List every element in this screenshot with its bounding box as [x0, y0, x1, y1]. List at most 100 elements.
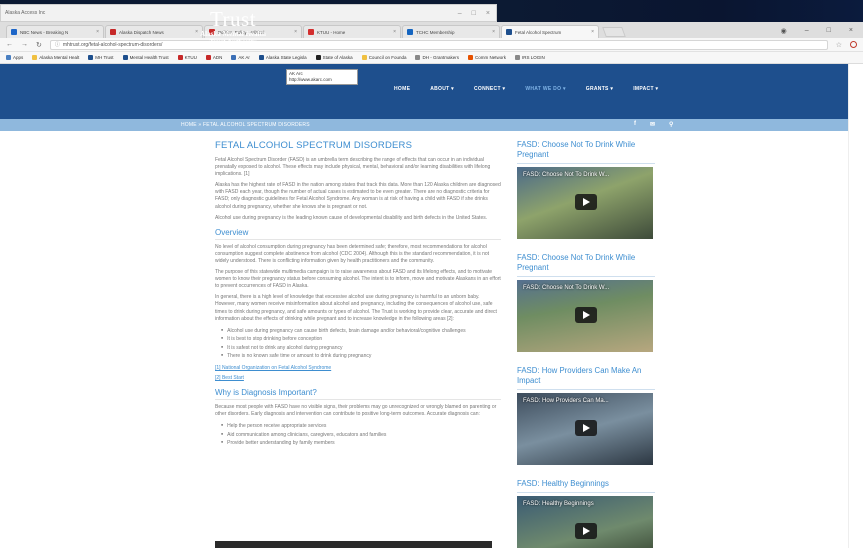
video-title: FASD: Healthy Beginnings — [523, 501, 594, 507]
tab-strip: NBC News - Breaking N × Alaska Dispatch N… — [0, 22, 863, 38]
tab-tchc[interactable]: TCHC Membership × — [402, 25, 500, 38]
play-icon[interactable] — [575, 307, 597, 323]
folder-icon — [32, 55, 38, 60]
bookmark-item[interactable]: Mental Health Trust — [122, 55, 169, 60]
bookmark-apps[interactable]: Apps — [6, 55, 23, 60]
video-title: FASD: Choose Not To Drink W... — [523, 172, 610, 178]
nav-impact[interactable]: IMPACT ▾ — [633, 86, 658, 92]
facebook-icon[interactable]: f — [634, 121, 636, 128]
play-icon[interactable] — [575, 420, 597, 436]
bookmark-star-icon[interactable]: ☆ — [836, 41, 842, 49]
apps-icon — [6, 55, 11, 60]
video-heading[interactable]: FASD: Choose Not To Drink While Pregnant — [517, 140, 655, 164]
close-icon[interactable]: × — [849, 27, 853, 35]
bookmark-label: AK Ar — [238, 55, 250, 60]
state-icon — [315, 55, 321, 60]
info-icon[interactable]: ⓘ — [55, 41, 60, 48]
page-title: FETAL ALCOHOL SPECTRUM DISORDERS — [215, 140, 413, 151]
reload-icon[interactable]: ↻ — [36, 41, 42, 49]
play-icon[interactable] — [575, 523, 597, 539]
video-player[interactable]: FASD: Choose Not To Drink W... — [517, 167, 653, 239]
video-player[interactable]: FASD: How Providers Can Ma... — [517, 393, 653, 465]
minimize-icon[interactable]: – — [805, 27, 809, 35]
folder-icon — [361, 55, 367, 60]
close-tab-icon[interactable]: × — [96, 29, 99, 35]
bookmark-item[interactable]: ADN — [205, 55, 222, 60]
page-right-margin — [848, 64, 863, 548]
email-icon[interactable]: ✉ — [650, 121, 655, 128]
video-heading[interactable]: FASD: Healthy Beginnings — [517, 479, 655, 493]
page-icon — [415, 55, 421, 60]
bookmark-item[interactable]: KTUU — [177, 55, 197, 60]
video-player[interactable]: FASD: Choose Not To Drink W... — [517, 280, 653, 352]
maximize-icon[interactable]: □ — [827, 27, 831, 35]
address-bar: ← → ↻ ⓘ mhtrust.org/fetal-alcohol-spectr… — [0, 38, 863, 52]
bookmark-item[interactable]: IRS LOGIN — [515, 55, 545, 60]
breadcrumb-bar: HOME » FETAL ALCOHOL SPECTRUM DISORDERS … — [0, 119, 863, 131]
page-icon — [515, 55, 520, 60]
nav-connect[interactable]: CONNECT ▾ — [474, 86, 505, 92]
video-player[interactable]: FASD: Healthy Beginnings — [517, 496, 653, 548]
sidebar-video-item: FASD: How Providers Can Make An Impact F… — [517, 366, 655, 465]
user-icon[interactable]: ◉ — [781, 27, 787, 35]
list-item: It is best to stop drinking before conce… — [221, 335, 501, 344]
tab-favicon — [11, 29, 17, 35]
close-tab-icon[interactable]: × — [393, 29, 396, 35]
bookmark-item[interactable]: MH Trust — [88, 55, 114, 60]
extension-icon[interactable] — [850, 41, 857, 48]
forward-icon[interactable]: → — [21, 41, 28, 48]
play-icon[interactable] — [575, 194, 597, 210]
tab-label: KTUU - Home — [317, 29, 346, 35]
bookmark-item[interactable]: AK Ar — [231, 55, 250, 60]
list-item: Aid communication among clinicians, care… — [221, 431, 501, 440]
url-input[interactable]: ⓘ mhtrust.org/fetal-alcohol-spectrum-dis… — [49, 39, 828, 50]
bookmark-item[interactable]: DH - Grantmakers — [415, 55, 459, 60]
close-icon[interactable]: × — [486, 10, 490, 17]
sidebar-video-item: FASD: Choose Not To Drink While Pregnant… — [517, 140, 655, 239]
network-icon — [467, 55, 473, 60]
bookmark-item[interactable]: Alaska Mental Healt — [32, 55, 79, 60]
adn-icon — [205, 55, 211, 60]
video-embed-top[interactable] — [215, 541, 492, 548]
video-heading[interactable]: FASD: How Providers Can Make An Impact — [517, 366, 655, 390]
nav-about[interactable]: ABOUT ▾ — [430, 86, 454, 92]
tab-label: NBC News - Breaking N — [20, 29, 69, 35]
minimize-icon[interactable]: – — [458, 10, 462, 17]
akarc-icon — [231, 55, 237, 60]
maximize-icon[interactable]: □ — [472, 10, 476, 17]
list-item: It is safest not to drink any alcohol du… — [221, 344, 501, 353]
nav-grants[interactable]: GRANTS ▾ — [586, 86, 613, 92]
bookmark-item[interactable]: Alaska State Legisla — [258, 55, 307, 60]
logo-wordmark: Trust — [209, 7, 257, 31]
tab-favicon — [407, 29, 413, 35]
breadcrumb[interactable]: HOME » FETAL ALCOHOL SPECTRUM DISORDERS — [181, 122, 310, 128]
back-icon[interactable]: ← — [6, 41, 13, 48]
tab-nbc[interactable]: NBC News - Breaking N × — [6, 25, 104, 38]
close-tab-icon[interactable]: × — [294, 29, 297, 35]
tab-ktuu[interactable]: KTUU - Home × — [303, 25, 401, 38]
close-tab-icon[interactable]: × — [492, 29, 495, 35]
reference-link-2[interactable]: [2] Best Start — [215, 375, 501, 382]
legislature-icon — [258, 55, 264, 60]
bookmark-label: KTUU — [184, 55, 197, 60]
tab-fasd[interactable]: Fetal Alcohol Spectrum × — [501, 25, 599, 38]
list-item: Alcohol use during pregnancy can cause b… — [221, 327, 501, 336]
close-tab-icon[interactable]: × — [591, 29, 594, 35]
nav-home[interactable]: HOME — [394, 86, 410, 92]
bookmark-item[interactable]: Comm Network — [467, 55, 506, 60]
background-window-controls[interactable]: – □ × — [458, 10, 496, 17]
bookmark-item[interactable]: State of Alaska — [315, 55, 353, 60]
reference-link-1[interactable]: [1] National Organization on Fetal Alcoh… — [215, 365, 501, 372]
bookmark-item[interactable]: Council on Founda — [361, 55, 407, 60]
paragraph: Fetal Alcohol Spectrum Disorder (FASD) i… — [215, 157, 491, 178]
tab-favicon — [110, 29, 116, 35]
nav-what-we-do[interactable]: WHAT WE DO ▾ — [525, 86, 565, 92]
video-heading[interactable]: FASD: Choose Not To Drink While Pregnant — [517, 253, 655, 277]
bookmark-label: Council on Founda — [368, 55, 407, 60]
site-logo[interactable]: Trust Alaska Mental Health Trust Authori… — [178, 8, 288, 46]
bullet-list: Help the person receive appropriate serv… — [221, 422, 501, 448]
tab-favicon — [308, 29, 314, 35]
new-tab-button[interactable] — [602, 27, 626, 37]
sidebar-video-item: FASD: Choose Not To Drink While Pregnant… — [517, 253, 655, 352]
search-icon[interactable]: ⚲ — [669, 121, 673, 128]
